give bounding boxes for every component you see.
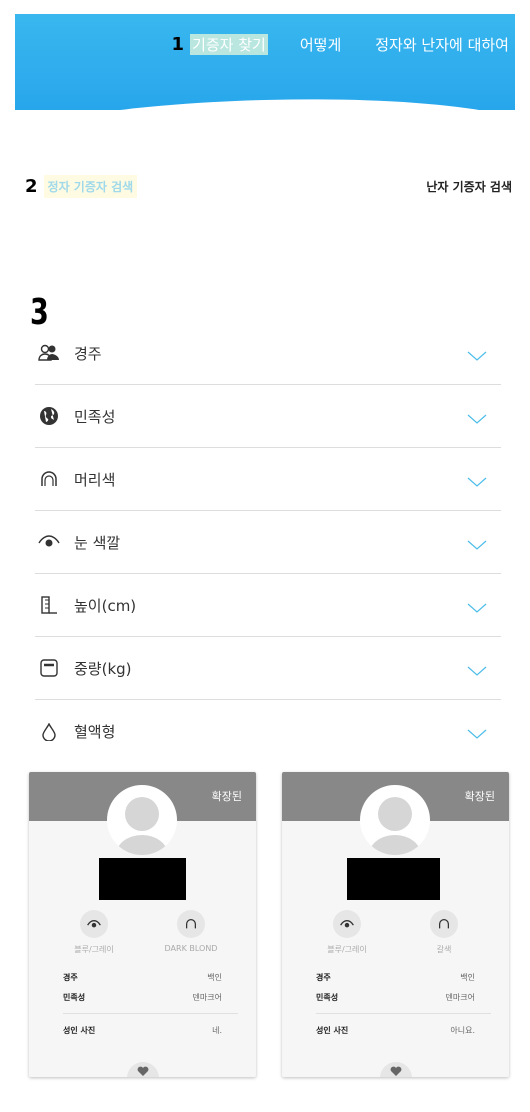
hair-color-value: DARK BLOND: [164, 944, 218, 953]
eye-color-value: 블루/그레이: [327, 945, 367, 954]
chevron-down-icon: [467, 535, 487, 554]
chevron-down-icon: [467, 346, 487, 365]
eye-icon: [38, 531, 60, 553]
hair-icon: [38, 468, 60, 490]
donor-card[interactable]: 확장된 블루/그레이 DARK BLOND 경주 백인 민족성 덴마크어 성인 사진…: [29, 772, 256, 1077]
favorite-button[interactable]: [127, 1062, 159, 1077]
people-icon: [38, 342, 60, 364]
filter-label: 높이(cm): [74, 596, 137, 615]
heart-icon: [137, 1066, 149, 1076]
ruler-icon: [38, 594, 60, 616]
avatar: [360, 785, 430, 855]
donor-card[interactable]: 확장된 블루/그레이 갈색 경주 백인 민족성 덴마크어 성인 사진 아니요.: [282, 772, 509, 1077]
header-banner: 1 기증자 찾기 어떻게 정자와 난자에 대하여: [15, 14, 515, 110]
chevron-down-icon: [467, 661, 487, 680]
filter-race[interactable]: 경주: [35, 322, 501, 385]
redacted-name: [99, 858, 186, 900]
filter-eye-color[interactable]: 눈 색깔: [35, 511, 501, 574]
globe-icon: [38, 405, 60, 427]
blood-drop-icon: [38, 721, 60, 743]
filter-blood-type[interactable]: 혈액형: [35, 700, 501, 763]
hair-icon: [177, 910, 205, 938]
redacted-name: [347, 858, 440, 900]
divider: [316, 1013, 491, 1014]
hair-color-value: 갈색: [436, 945, 452, 954]
scale-icon: [38, 657, 60, 679]
chevron-down-icon: [467, 598, 487, 617]
main-nav: 1 기증자 찾기 어떻게 정자와 난자에 대하여: [172, 34, 515, 55]
step-marker-2: 2: [25, 176, 38, 197]
nav-about[interactable]: 정자와 난자에 대하여: [375, 34, 509, 55]
extended-badge: 확장된: [464, 790, 495, 803]
filter-ethnicity[interactable]: 민족성: [35, 385, 501, 448]
filter-label: 중량(kg): [74, 659, 132, 678]
filter-label: 경주: [74, 344, 102, 363]
chevron-down-icon: [467, 724, 487, 743]
nav-how[interactable]: 어떻게: [300, 34, 341, 55]
info-row: 경주 백인: [63, 973, 222, 982]
hair-icon: [430, 910, 458, 938]
heart-icon: [390, 1066, 402, 1076]
search-left: 2 정자 기증자 검색: [25, 175, 138, 198]
info-row: 민족성 덴마크어: [63, 993, 222, 1002]
info-row: 경주 백인: [316, 973, 475, 982]
extended-badge: 확장된: [211, 790, 242, 803]
filter-label: 혈액형: [74, 723, 116, 741]
info-row: 성인 사진 네.: [63, 1026, 222, 1035]
eye-color-value: 블루/그레이: [74, 945, 114, 954]
filter-hair-color[interactable]: 머리색: [35, 448, 501, 511]
chevron-down-icon: [467, 472, 487, 491]
search-tabs: 2 정자 기증자 검색 난자 기증자 검색: [25, 175, 512, 198]
step-marker-1: 1: [171, 34, 185, 55]
filter-label: 민족성: [74, 407, 116, 426]
nav-find-donor[interactable]: 기증자 찾기: [190, 34, 268, 55]
favorite-button[interactable]: [380, 1062, 412, 1077]
divider: [63, 1013, 238, 1014]
filter-list: 경주 민족성 머리색 눈 색깔 높이(cm) 중량(kg) 혈액형: [35, 322, 501, 763]
info-row: 민족성 덴마크어: [316, 993, 475, 1002]
info-row: 성인 사진 아니요.: [316, 1026, 475, 1035]
eye-icon: [80, 910, 108, 938]
filter-label: 머리색: [74, 470, 116, 489]
avatar: [107, 785, 177, 855]
filter-height[interactable]: 높이(cm): [35, 574, 501, 637]
filter-label: 눈 색깔: [74, 533, 121, 552]
chevron-down-icon: [467, 409, 487, 428]
eye-icon: [333, 910, 361, 938]
filter-weight[interactable]: 중량(kg): [35, 637, 501, 700]
tab-sperm-donor-search[interactable]: 정자 기증자 검색: [43, 175, 138, 198]
tab-egg-donor-search[interactable]: 난자 기증자 검색: [426, 178, 512, 195]
